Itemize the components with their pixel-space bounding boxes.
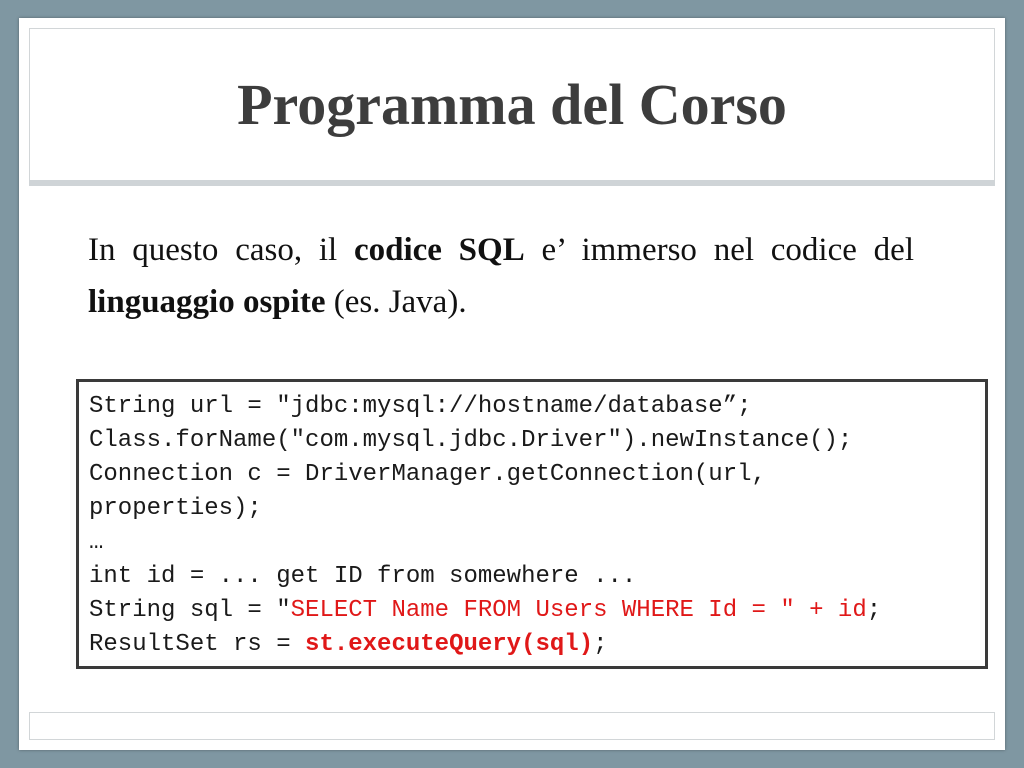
code-segment: ;	[866, 597, 882, 624]
sql-string-highlight: SELECT Name FROM Users WHERE Id = " + id	[290, 597, 867, 624]
code-segment: String sql = "	[89, 597, 291, 624]
paragraph-bold-codice-sql: codice SQL	[353, 232, 525, 268]
paragraph-text-1: In questo caso, il	[88, 232, 354, 268]
paragraph-text-3: (es. Java).	[325, 284, 467, 320]
code-line: int id = ... get ID from somewhere ...	[89, 563, 637, 590]
title-divider	[29, 180, 995, 186]
paragraph-text-2: e’ immerso nel codice del	[524, 232, 914, 268]
body-paragraph: In questo caso, il codice SQL e’ immerso…	[88, 224, 914, 328]
code-line: …	[89, 529, 104, 556]
code-block: String url = "jdbc:mysql://hostname/data…	[76, 379, 988, 669]
code-segment: ;	[593, 631, 608, 658]
code-line: properties);	[89, 495, 262, 522]
code-line: Class.forName("com.mysql.jdbc.Driver").n…	[89, 427, 853, 454]
code-line-sql: String sql = "SELECT Name FROM Users WHE…	[89, 594, 985, 628]
slide: Programma del Corso In questo caso, il c…	[19, 18, 1005, 750]
code-segment: ResultSet rs =	[89, 631, 306, 658]
paragraph-bold-linguaggio-ospite: linguaggio ospite	[88, 284, 326, 320]
code-line: Connection c = DriverManager.getConnecti…	[89, 461, 766, 488]
slide-title: Programma del Corso	[237, 72, 787, 137]
code-line: String url = "jdbc:mysql://hostname/data…	[89, 393, 752, 420]
code-line-resultset: ResultSet rs = st.executeQuery(sql);	[89, 628, 985, 662]
execute-query-highlight: st.executeQuery(sql)	[305, 631, 594, 658]
footer-frame	[29, 712, 995, 740]
